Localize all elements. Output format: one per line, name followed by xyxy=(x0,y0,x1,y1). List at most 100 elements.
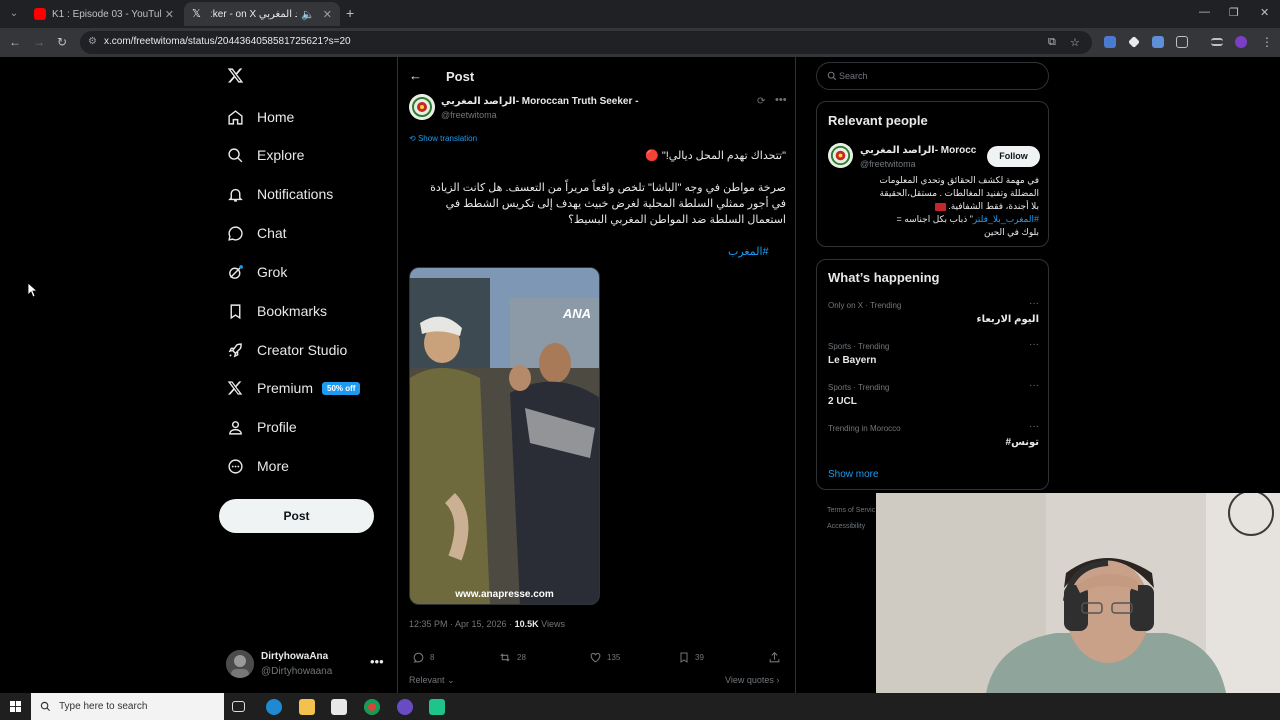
person-handle[interactable]: @freetwitoma xyxy=(860,159,916,169)
home-icon xyxy=(226,108,244,126)
more-horizontal-icon[interactable]: ••• xyxy=(775,94,787,106)
translate-extension-icon[interactable] xyxy=(1104,36,1116,48)
show-more-link[interactable]: Show more xyxy=(828,469,879,480)
author-handle[interactable]: @freetwitoma xyxy=(441,110,497,120)
site-info-icon[interactable]: ⚙ xyxy=(88,36,97,47)
more-horizontal-icon[interactable]: ··· xyxy=(1029,339,1039,350)
bio-hashtag[interactable]: #المغرب_بلا_فلتر xyxy=(973,214,1039,224)
trend-item[interactable]: Trending in Morocco #تونس ··· xyxy=(828,421,1039,460)
reply-sort-dropdown[interactable]: Relevant ⌄ xyxy=(409,675,455,686)
person-avatar[interactable] xyxy=(828,143,853,168)
speaker-icon[interactable]: 🔈 xyxy=(301,8,315,21)
sidebar-item-notifications[interactable]: Notifications xyxy=(226,182,333,206)
sidebar-item-profile[interactable]: Profile xyxy=(226,415,297,439)
sidebar-item-more[interactable]: More xyxy=(226,454,289,478)
extension-icon[interactable] xyxy=(1152,36,1164,48)
sidebar-item-chat[interactable]: Chat xyxy=(226,221,287,245)
obs-icon[interactable] xyxy=(397,699,413,715)
share-button[interactable] xyxy=(768,651,786,664)
like-button[interactable]: 135 xyxy=(589,651,620,664)
x-icon xyxy=(226,379,244,397)
close-tab-icon[interactable]: ✕ xyxy=(323,8,332,21)
more-horizontal-icon[interactable]: ··· xyxy=(1029,421,1039,432)
view-quotes-link[interactable]: View quotes › xyxy=(725,675,779,685)
diamond-extension-icon[interactable] xyxy=(1128,36,1140,48)
windows-start-icon[interactable] xyxy=(10,701,21,712)
file-explorer-icon[interactable] xyxy=(299,699,315,715)
search-box[interactable]: Search xyxy=(816,62,1049,90)
x-logo-icon[interactable] xyxy=(227,67,244,84)
sidebar-item-bookmarks[interactable]: Bookmarks xyxy=(226,299,327,323)
trend-item[interactable]: Sports · Trending 2 UCL ··· xyxy=(828,380,1039,419)
forward-icon[interactable]: → xyxy=(33,35,45,49)
tab-youtube[interactable]: K1 : Episode 03 - YouTube ✕ xyxy=(26,2,182,26)
sidebar-item-home[interactable]: Home xyxy=(226,105,294,129)
bookmark-button[interactable]: 39 xyxy=(678,651,704,664)
reply-button[interactable]: 8 xyxy=(412,651,434,664)
new-tab-button[interactable]: + xyxy=(346,6,354,20)
person-name[interactable]: الراصد المغربي- Morocc... xyxy=(860,145,977,156)
post-button[interactable]: Post xyxy=(219,499,374,533)
grok-explain-icon[interactable]: ⟳ xyxy=(757,96,765,107)
chrome-icon[interactable] xyxy=(364,699,380,715)
taskbar-search[interactable]: Type here to search xyxy=(31,693,224,720)
sidebar-item-grok[interactable]: Grok xyxy=(226,260,287,284)
post-metadata: 12:35 PM · Apr 15, 2026 · 10.5K Views xyxy=(409,619,565,629)
more-horizontal-icon[interactable]: ••• xyxy=(370,654,384,669)
premium-discount-badge: 50% off xyxy=(322,381,361,395)
chevron-right-icon: › xyxy=(776,675,780,685)
author-name[interactable]: الراصد المغربي- Moroccan Truth Seeker - xyxy=(441,96,639,107)
sidebar-item-creator-studio[interactable]: Creator Studio xyxy=(226,338,347,362)
sidebar-item-label: Explore xyxy=(257,147,305,163)
extensions-puzzle-icon[interactable] xyxy=(1176,36,1188,48)
reading-list-icon[interactable] xyxy=(1211,38,1223,46)
like-count: 135 xyxy=(607,653,621,662)
app-icon[interactable] xyxy=(429,699,445,715)
whats-happening-title: What’s happening xyxy=(828,270,940,285)
repost-count: 28 xyxy=(517,653,526,662)
account-switcher[interactable]: DirtyhowaAna @Dirtyhowaana ••• xyxy=(226,648,386,680)
sidebar-item-label: Profile xyxy=(257,419,297,435)
footer-terms-link[interactable]: Terms of Servic xyxy=(827,507,875,514)
more-horizontal-icon[interactable]: ··· xyxy=(1029,298,1039,309)
search-icon xyxy=(226,146,244,164)
close-window-button[interactable]: ✕ xyxy=(1260,6,1269,19)
follow-button[interactable]: Follow xyxy=(987,146,1040,167)
trend-item[interactable]: Sports · Trending Le Bayern ··· xyxy=(828,339,1039,378)
author-avatar[interactable] xyxy=(409,94,435,120)
back-arrow-icon[interactable]: ← xyxy=(409,68,422,83)
account-handle: @Dirtyhowaana xyxy=(261,666,333,677)
star-icon[interactable]: ☆ xyxy=(1070,36,1080,49)
trend-context: Sports · Trending xyxy=(828,383,890,392)
footer-accessibility-link[interactable]: Accessibility xyxy=(827,523,865,530)
tab-x-post[interactable]: 𝕏 ːker - on X الراصد المغربي- 🔈 ✕ xyxy=(184,2,340,26)
cast-icon[interactable]: ⧉ xyxy=(1048,36,1056,49)
repost-button[interactable]: 28 xyxy=(498,651,526,664)
post-time[interactable]: 12:35 PM · Apr 15, 2026 · xyxy=(409,619,512,629)
morocco-flag-icon xyxy=(934,202,946,211)
profile-avatar-icon[interactable] xyxy=(1235,36,1247,48)
task-view-icon[interactable] xyxy=(232,701,245,712)
address-bar[interactable]: ⚙ x.com/freetwitoma/status/2044364058581… xyxy=(80,31,1092,54)
chrome-menu-icon[interactable]: ⋮ xyxy=(1261,35,1273,49)
restore-button[interactable]: ❐ xyxy=(1229,6,1239,19)
close-tab-icon[interactable]: ✕ xyxy=(165,8,174,21)
post-video[interactable]: ANA www.anapresse.com xyxy=(409,267,600,605)
hashtag-link[interactable]: #المغرب xyxy=(728,245,769,258)
search-icon xyxy=(40,701,51,712)
tab-search-dropdown-icon[interactable]: ⌄ xyxy=(6,6,22,22)
search-icon xyxy=(827,71,837,81)
back-icon[interactable]: ← xyxy=(9,35,21,49)
reload-icon[interactable]: ↻ xyxy=(57,35,67,49)
grok-icon xyxy=(226,263,244,281)
trend-context: Sports · Trending xyxy=(828,342,890,351)
show-translation-link[interactable]: ⟲ Show translation xyxy=(409,134,477,143)
minimize-button[interactable]: — xyxy=(1199,6,1210,18)
store-icon[interactable] xyxy=(331,699,347,715)
sidebar-item-premium[interactable]: Premium 50% off xyxy=(226,376,361,400)
sidebar-item-explore[interactable]: Explore xyxy=(226,143,304,167)
edge-icon[interactable] xyxy=(266,699,282,715)
more-horizontal-icon[interactable]: ··· xyxy=(1029,380,1039,391)
share-icon xyxy=(768,651,786,664)
trend-item[interactable]: Only on X · Trending اليوم الاربعاء ··· xyxy=(828,298,1039,337)
